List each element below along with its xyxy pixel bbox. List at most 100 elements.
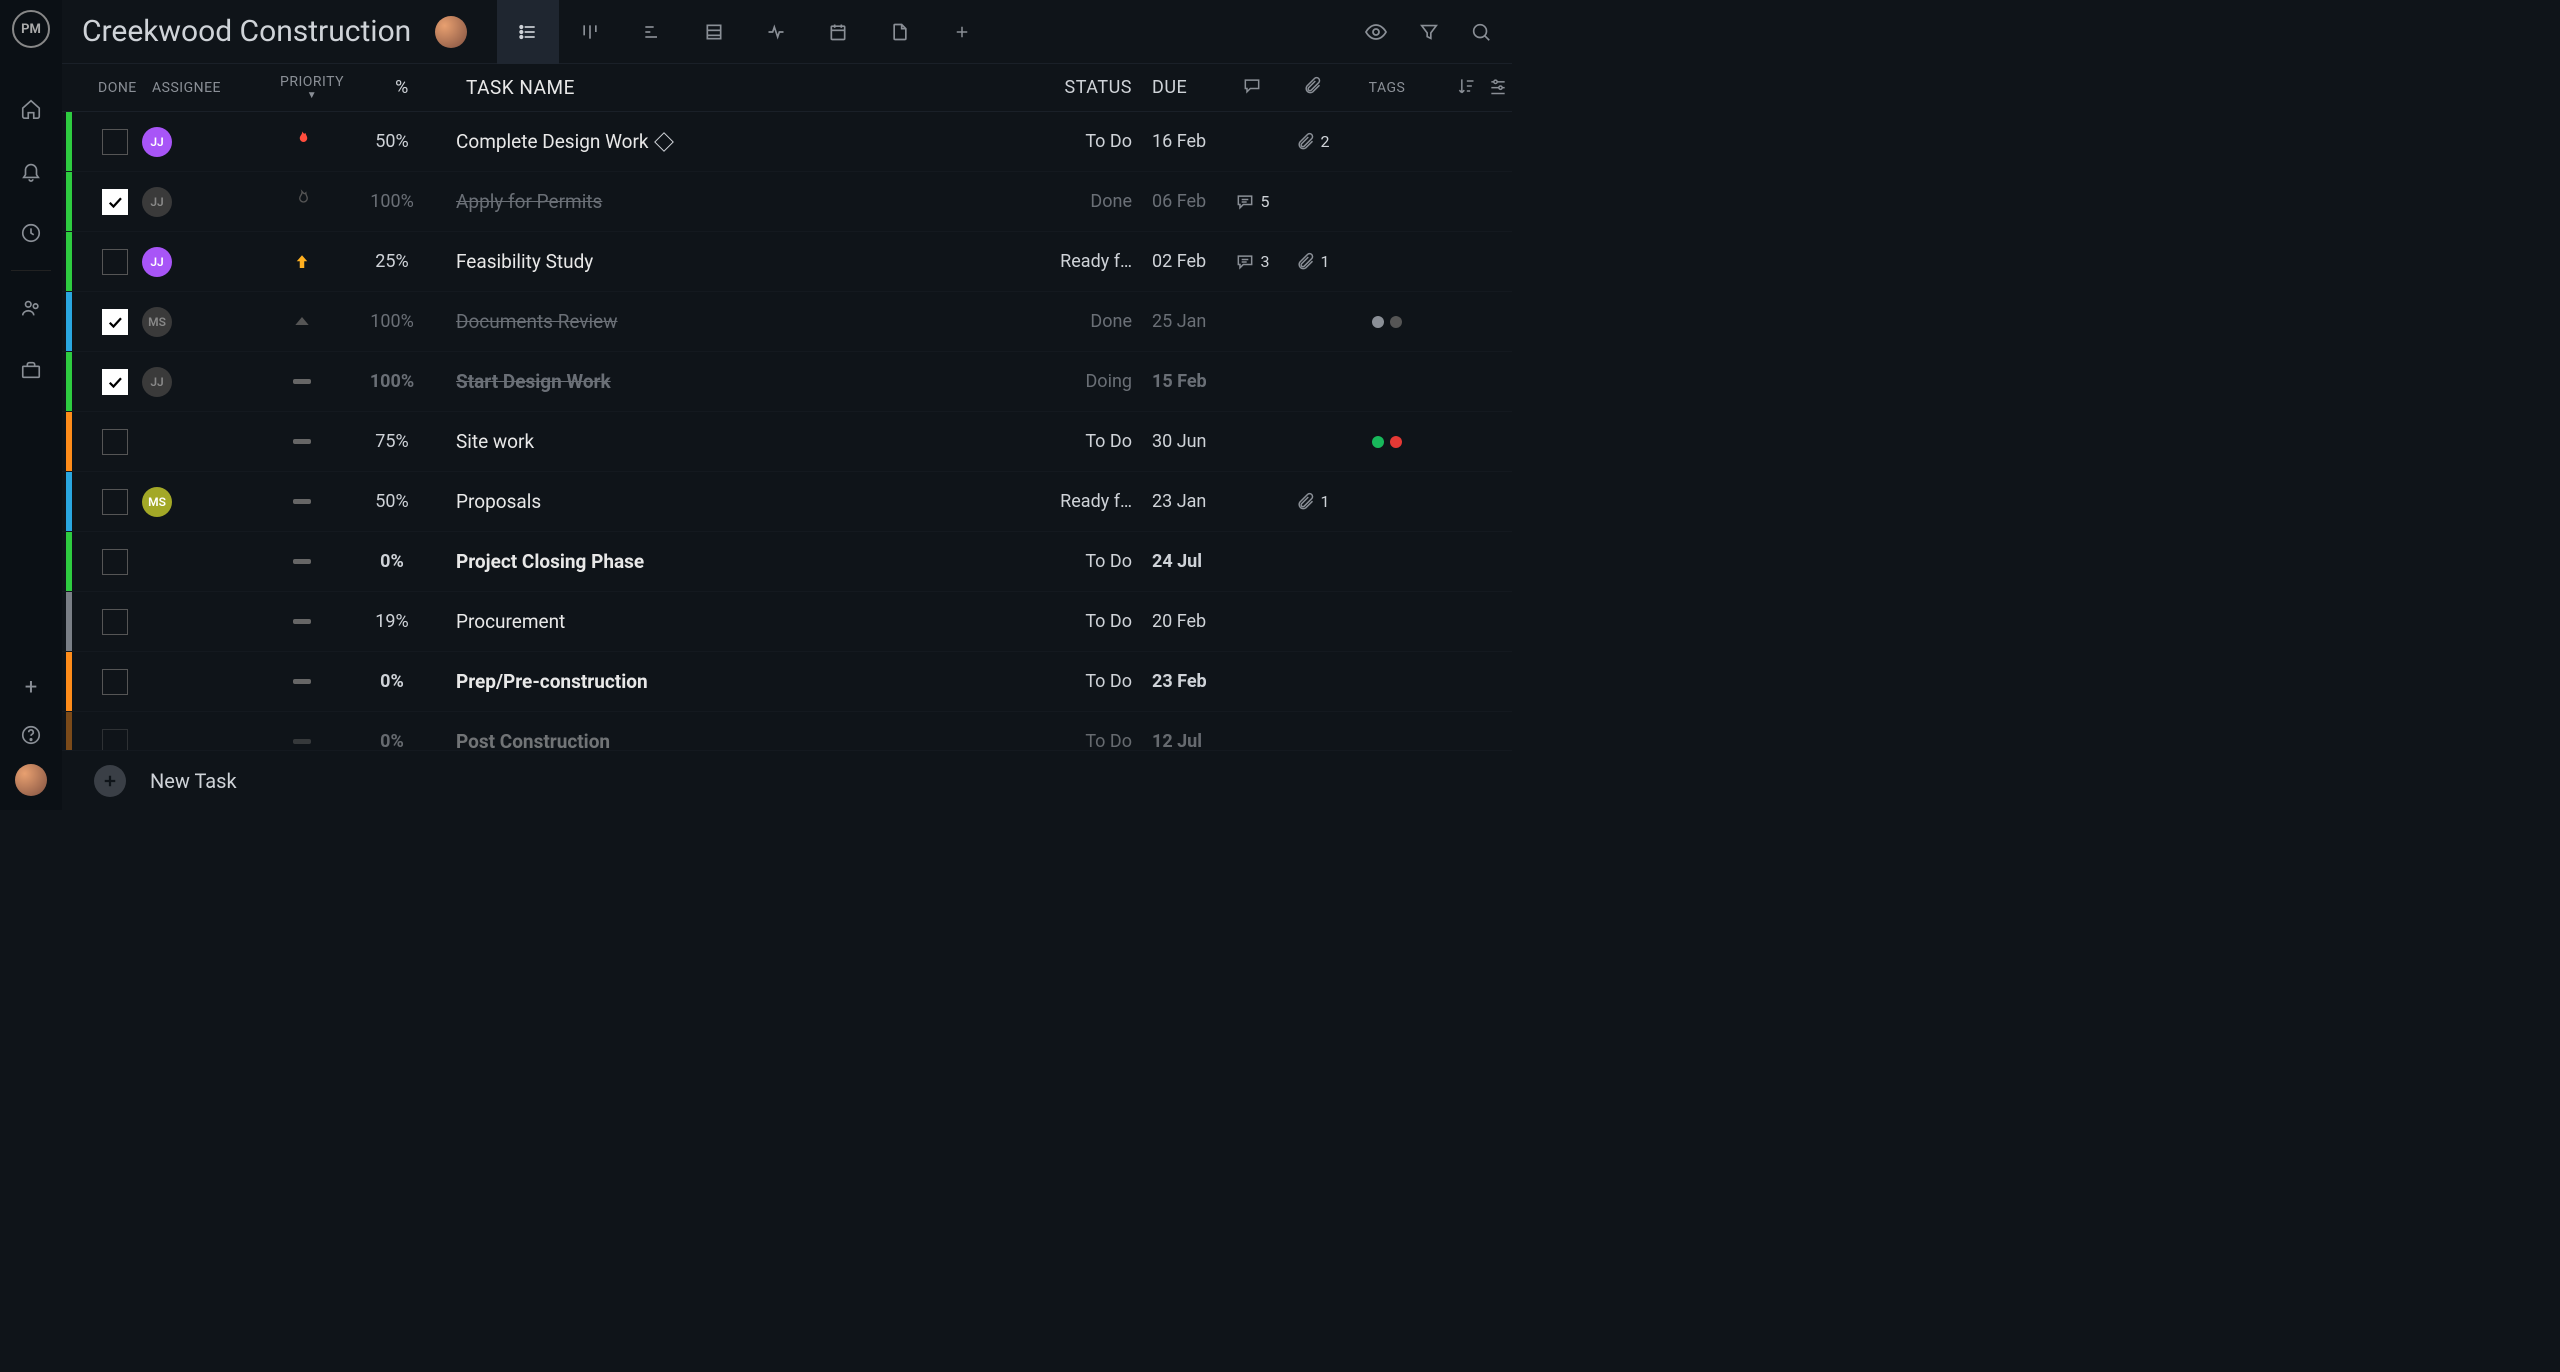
status-value[interactable]: Doing <box>1022 371 1132 392</box>
done-checkbox[interactable] <box>102 669 128 695</box>
rail-add-button[interactable]: + <box>25 675 37 700</box>
settings-icon[interactable] <box>1488 76 1508 100</box>
col-percent[interactable]: % <box>362 77 442 98</box>
status-value[interactable]: To Do <box>1022 731 1132 750</box>
briefcase-icon[interactable] <box>18 357 44 383</box>
col-assignee[interactable]: ASSIGNEE <box>152 80 262 96</box>
search-icon[interactable] <box>1470 20 1492 44</box>
due-value[interactable]: 24 Jul <box>1132 551 1222 572</box>
attachment-icon[interactable] <box>1295 132 1315 152</box>
people-icon[interactable] <box>18 295 44 321</box>
task-name[interactable]: Proposals <box>456 490 541 513</box>
task-row[interactable]: 0%Project Closing PhaseTo Do24 Jul <box>62 532 1512 592</box>
view-file-icon[interactable] <box>869 0 931 64</box>
done-checkbox[interactable] <box>102 369 128 395</box>
view-board-icon[interactable] <box>559 0 621 64</box>
status-value[interactable]: To Do <box>1022 131 1132 152</box>
done-checkbox[interactable] <box>102 489 128 515</box>
status-value[interactable]: To Do <box>1022 611 1132 632</box>
task-name[interactable]: Prep/Pre-construction <box>456 670 648 693</box>
task-name[interactable]: Start Design Work <box>456 370 611 393</box>
due-value[interactable]: 15 Feb <box>1132 371 1222 392</box>
assignee-avatar[interactable]: JJ <box>142 187 172 217</box>
col-comments-icon[interactable] <box>1222 76 1282 100</box>
task-name[interactable]: Documents Review <box>456 310 618 333</box>
view-gantt-icon[interactable] <box>621 0 683 64</box>
task-row[interactable]: 0%Post ConstructionTo Do12 Jul <box>62 712 1512 750</box>
task-name[interactable]: Complete Design Work <box>456 130 649 153</box>
col-due[interactable]: DUE <box>1132 77 1222 98</box>
status-value[interactable]: Done <box>1022 191 1132 212</box>
task-row[interactable]: MS100%Documents ReviewDone25 Jan <box>62 292 1512 352</box>
comment-icon[interactable] <box>1235 252 1255 272</box>
due-value[interactable]: 25 Jan <box>1132 311 1222 332</box>
status-value[interactable]: Ready f… <box>1022 251 1132 272</box>
done-checkbox[interactable] <box>102 129 128 155</box>
app-logo[interactable]: PM <box>12 10 50 48</box>
comment-icon[interactable] <box>1235 192 1255 212</box>
due-value[interactable]: 20 Feb <box>1132 611 1222 632</box>
filter-icon[interactable] <box>1418 20 1440 44</box>
view-list-icon[interactable] <box>497 0 559 64</box>
task-row[interactable]: 0%Prep/Pre-constructionTo Do23 Feb <box>62 652 1512 712</box>
new-task-label[interactable]: New Task <box>150 769 237 793</box>
due-value[interactable]: 02 Feb <box>1132 251 1222 272</box>
task-row[interactable]: 75%Site workTo Do30 Jun <box>62 412 1512 472</box>
view-add-icon[interactable] <box>931 0 993 64</box>
col-priority[interactable]: PRIORITY▼ <box>262 74 362 101</box>
task-name[interactable]: Post Construction <box>456 730 610 750</box>
status-value[interactable]: Ready f… <box>1022 491 1132 512</box>
view-activity-icon[interactable] <box>745 0 807 64</box>
due-value[interactable]: 16 Feb <box>1132 131 1222 152</box>
due-value[interactable]: 30 Jun <box>1132 431 1222 452</box>
task-name[interactable]: Procurement <box>456 610 565 633</box>
status-value[interactable]: To Do <box>1022 551 1132 572</box>
assignee-avatar[interactable]: JJ <box>142 127 172 157</box>
task-row[interactable]: MS50%ProposalsReady f…23 Jan1 <box>62 472 1512 532</box>
task-name[interactable]: Feasibility Study <box>456 250 593 273</box>
project-avatar[interactable] <box>435 16 467 48</box>
home-icon[interactable] <box>18 96 44 122</box>
task-row[interactable]: JJ50%Complete Design WorkTo Do16 Feb2 <box>62 112 1512 172</box>
due-value[interactable]: 12 Jul <box>1132 731 1222 750</box>
task-row[interactable]: JJ100%Start Design WorkDoing15 Feb <box>62 352 1512 412</box>
view-calendar-icon[interactable] <box>807 0 869 64</box>
due-value[interactable]: 23 Feb <box>1132 671 1222 692</box>
done-checkbox[interactable] <box>102 189 128 215</box>
help-icon[interactable] <box>20 724 42 752</box>
task-row[interactable]: JJ100%Apply for PermitsDone06 Feb5 <box>62 172 1512 232</box>
task-row[interactable]: JJ25%Feasibility StudyReady f…02 Feb31 <box>62 232 1512 292</box>
assignee-avatar[interactable]: JJ <box>142 367 172 397</box>
done-checkbox[interactable] <box>102 249 128 275</box>
done-checkbox[interactable] <box>102 549 128 575</box>
col-task-name[interactable]: TASK NAME <box>442 76 1022 99</box>
col-attachments-icon[interactable] <box>1282 76 1342 100</box>
done-checkbox[interactable] <box>102 429 128 455</box>
task-name[interactable]: Site work <box>456 430 534 453</box>
assignee-avatar[interactable]: MS <box>142 307 172 337</box>
status-value[interactable]: To Do <box>1022 431 1132 452</box>
task-name[interactable]: Project Closing Phase <box>456 550 644 573</box>
done-checkbox[interactable] <box>102 309 128 335</box>
view-sheet-icon[interactable] <box>683 0 745 64</box>
status-value[interactable]: Done <box>1022 311 1132 332</box>
col-done[interactable]: DONE <box>82 80 152 96</box>
col-tags[interactable]: TAGS <box>1342 80 1432 96</box>
col-status[interactable]: STATUS <box>1022 77 1132 98</box>
task-name[interactable]: Apply for Permits <box>456 190 602 213</box>
due-value[interactable]: 06 Feb <box>1132 191 1222 212</box>
clock-icon[interactable] <box>18 220 44 246</box>
user-avatar-rail[interactable] <box>15 764 47 796</box>
attachment-icon[interactable] <box>1295 492 1315 512</box>
done-checkbox[interactable] <box>102 729 128 751</box>
assignee-avatar[interactable]: JJ <box>142 247 172 277</box>
attachment-icon[interactable] <box>1295 252 1315 272</box>
sort-icon[interactable] <box>1456 76 1476 100</box>
done-checkbox[interactable] <box>102 609 128 635</box>
assignee-avatar[interactable]: MS <box>142 487 172 517</box>
eye-icon[interactable] <box>1364 20 1388 44</box>
add-task-button[interactable] <box>94 765 126 797</box>
bell-icon[interactable] <box>18 158 44 184</box>
due-value[interactable]: 23 Jan <box>1132 491 1222 512</box>
status-value[interactable]: To Do <box>1022 671 1132 692</box>
